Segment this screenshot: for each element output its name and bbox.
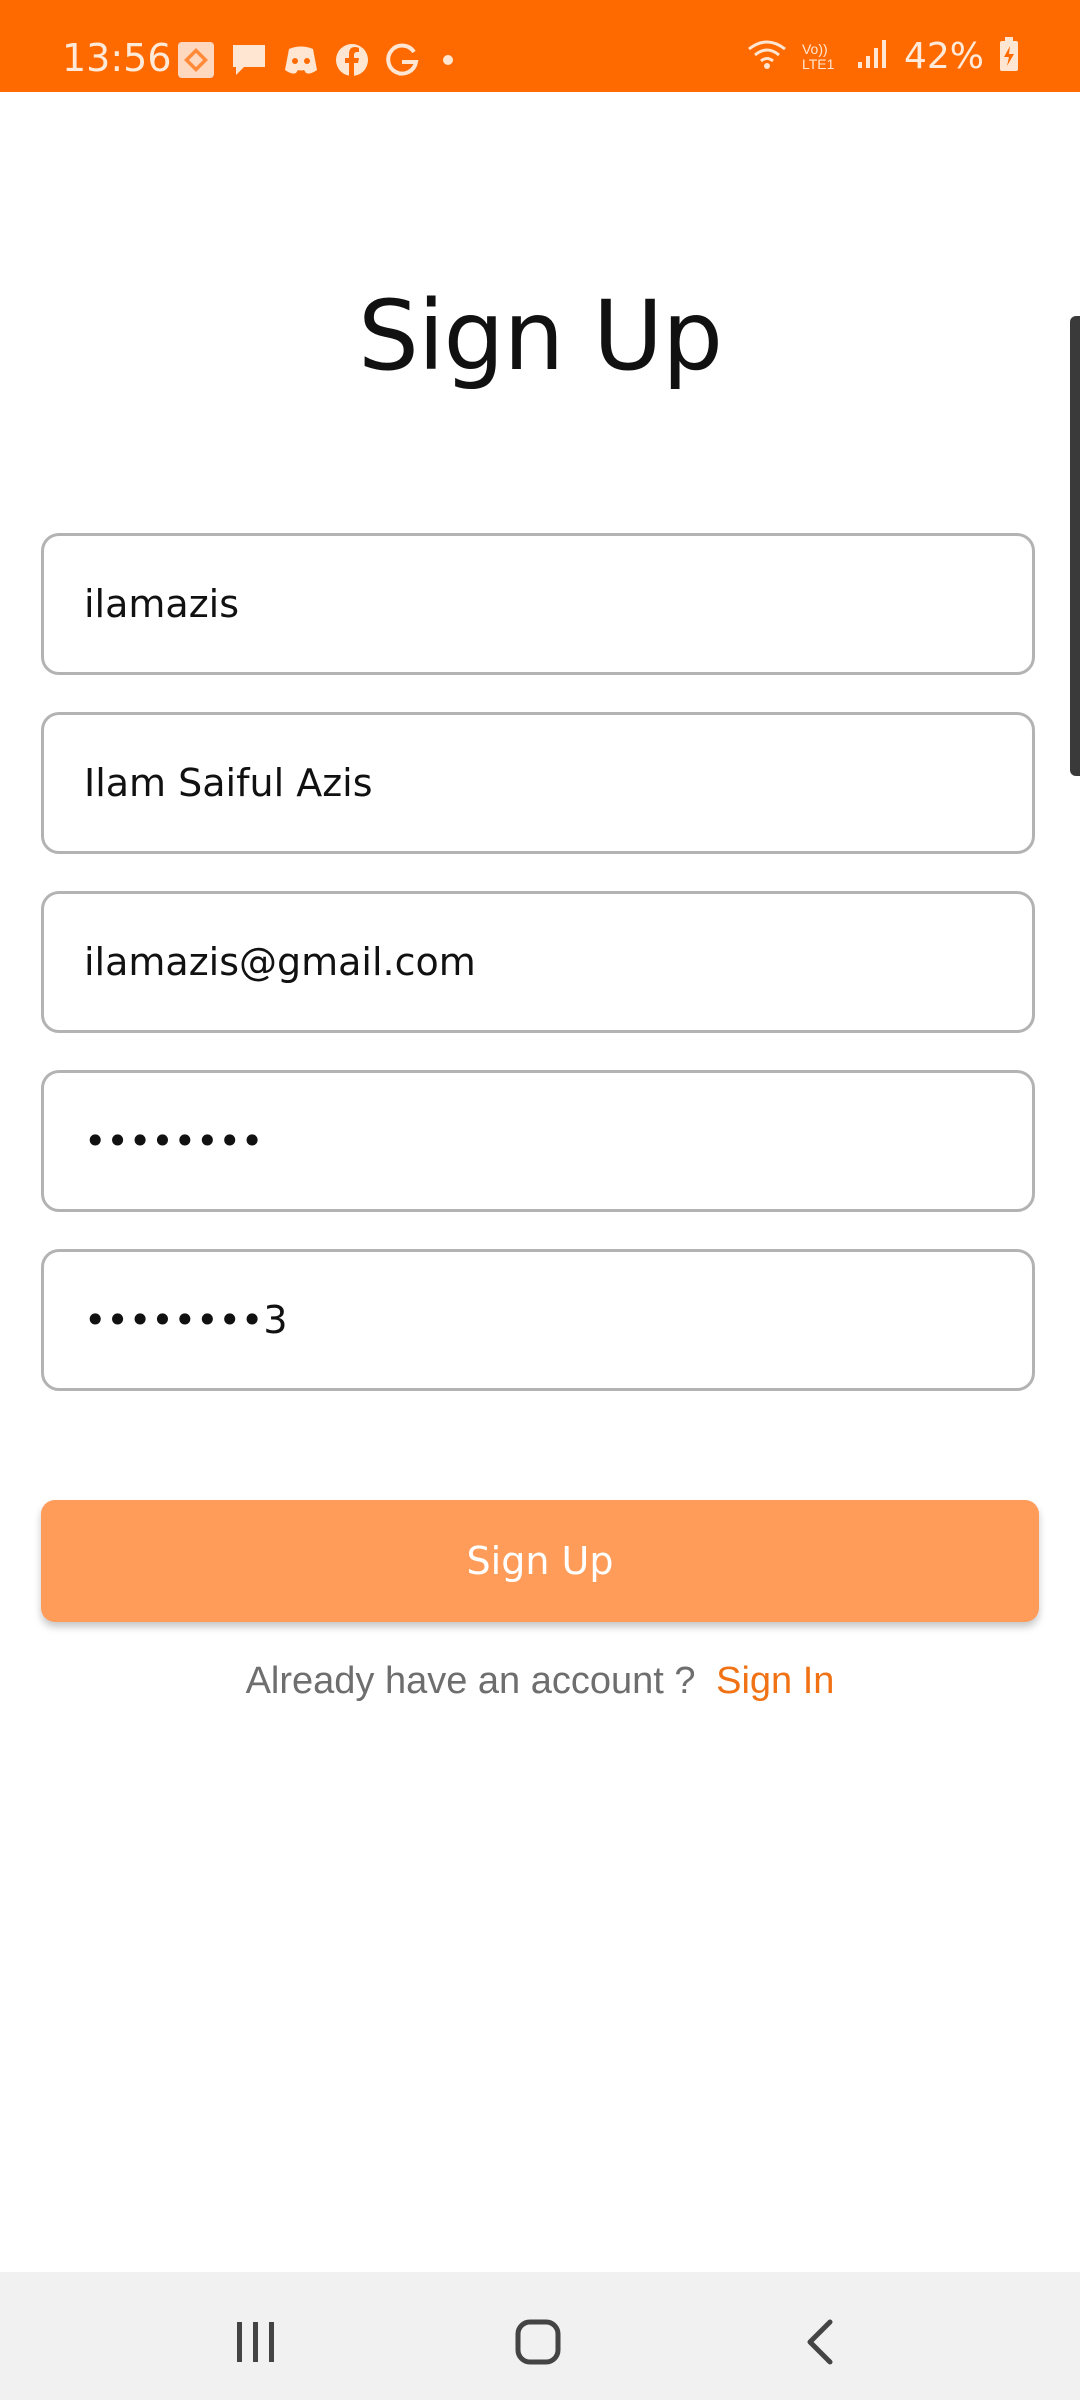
signup-button[interactable]: Sign Up	[41, 1500, 1039, 1622]
password-field[interactable]: ••••••••	[41, 1070, 1035, 1212]
email-value: ilamazis@gmail.com	[84, 940, 476, 984]
notification-icons	[176, 40, 462, 80]
recents-icon[interactable]	[216, 2302, 296, 2382]
full-name-field[interactable]: Ilam Saiful Azis	[41, 712, 1035, 854]
battery-charging-icon	[998, 36, 1020, 77]
full-name-value: Ilam Saiful Azis	[84, 761, 373, 805]
discord-icon	[282, 42, 320, 78]
message-icon	[230, 42, 268, 78]
signin-link[interactable]: Sign In	[716, 1660, 834, 1702]
network-type: Vo)) LTE1	[801, 40, 835, 72]
status-right: Vo)) LTE1 42%	[746, 36, 1020, 77]
signal-icon	[856, 38, 890, 75]
password-value: ••••••••	[84, 1119, 264, 1163]
confirm-password-value: ••••••••3	[84, 1298, 288, 1342]
back-icon[interactable]	[780, 2302, 860, 2382]
facebook-icon	[334, 42, 370, 78]
home-icon[interactable]	[498, 2302, 578, 2382]
game-icon	[176, 40, 216, 80]
status-bar: 13:56 Vo)) LTE1 42%	[0, 0, 1080, 92]
page-title: Sign Up	[357, 280, 723, 392]
battery-percentage: 42%	[903, 36, 984, 77]
username-value: ilamazis	[84, 582, 240, 626]
username-field[interactable]: ilamazis	[41, 533, 1035, 675]
dot-icon	[434, 50, 462, 70]
signin-prompt: Already have an account ?	[245, 1660, 696, 1702]
signin-row: Already have an account ? Sign In	[0, 1660, 1080, 1703]
wifi-icon	[746, 37, 788, 76]
status-time: 13:56	[62, 36, 172, 80]
scroll-indicator[interactable]	[1070, 316, 1080, 776]
confirm-password-field[interactable]: ••••••••3	[41, 1249, 1035, 1391]
google-icon	[384, 42, 420, 78]
navigation-bar	[0, 2272, 1080, 2400]
email-field[interactable]: ilamazis@gmail.com	[41, 891, 1035, 1033]
